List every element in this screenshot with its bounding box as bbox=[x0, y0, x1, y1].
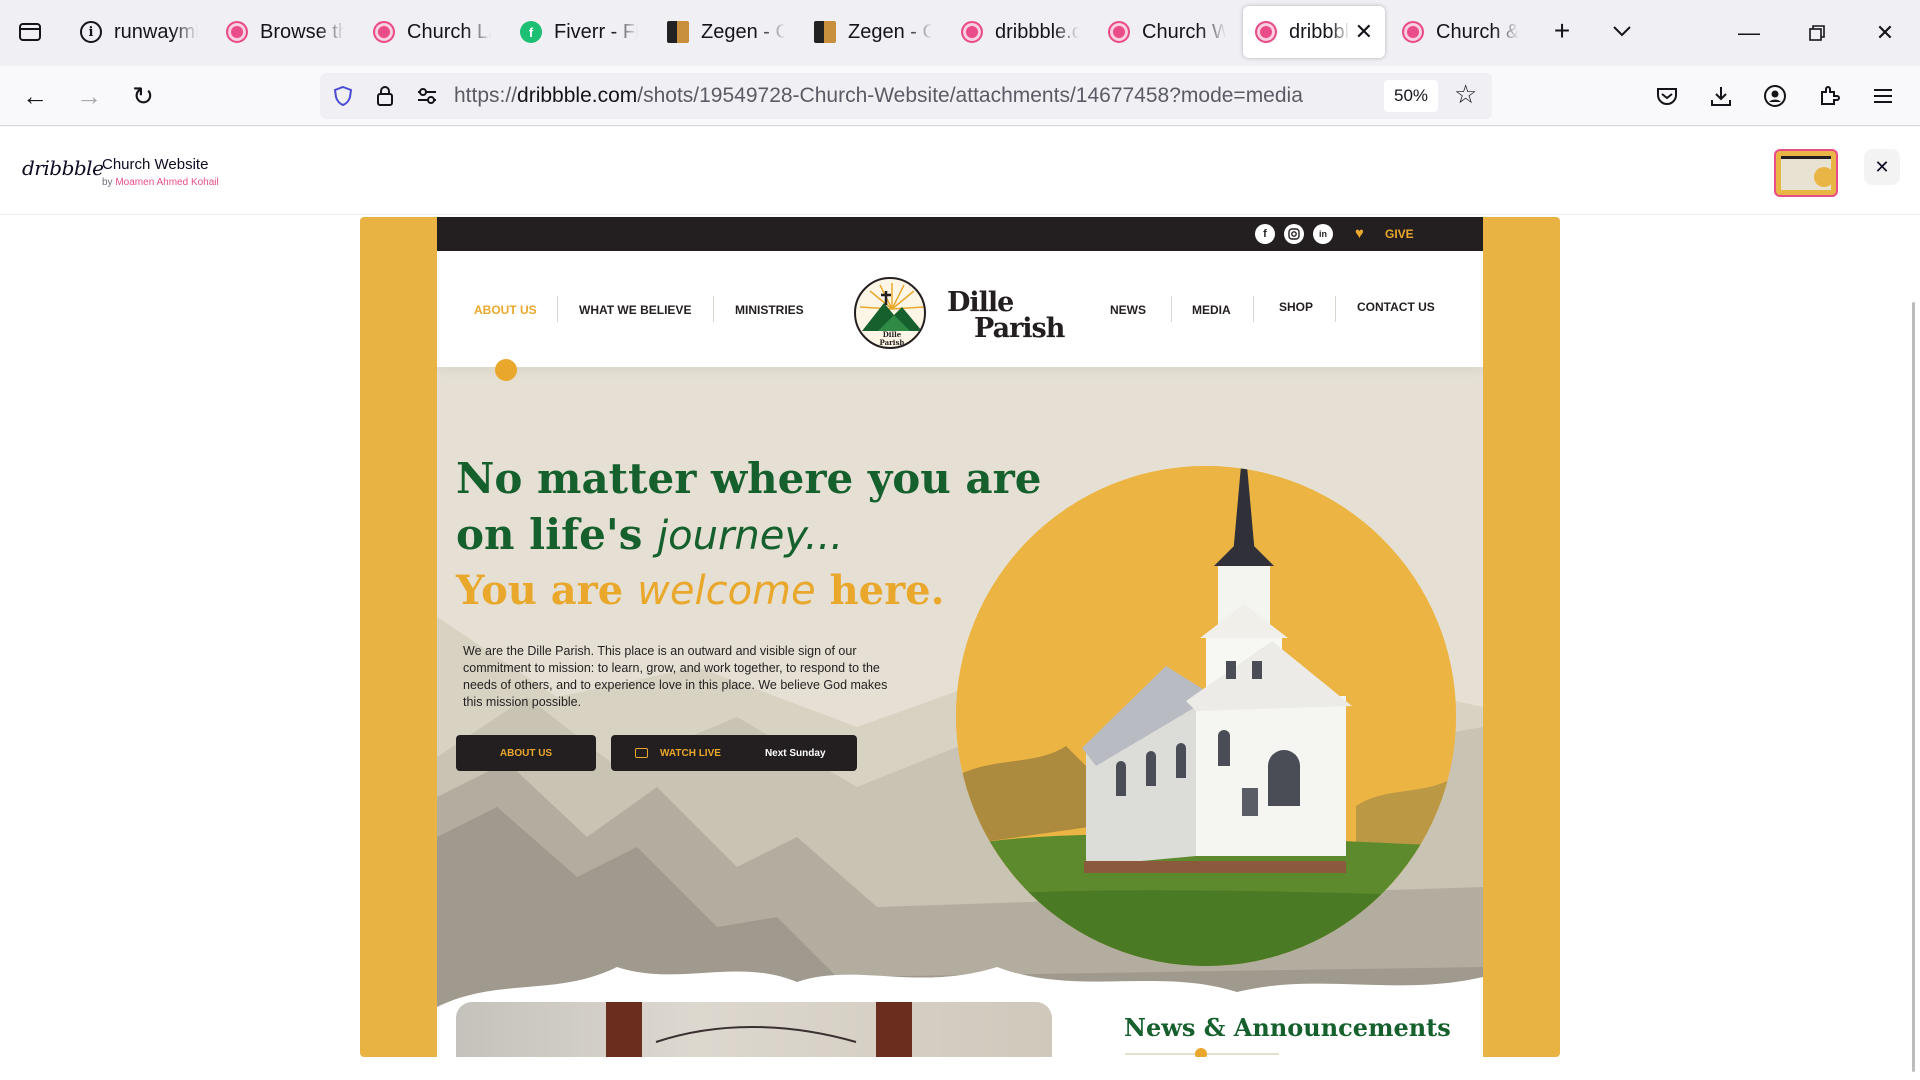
tab-fiverr[interactable]: f Fiverr - Fre bbox=[508, 6, 650, 58]
author-link[interactable]: Moamen Ahmed Kohail bbox=[115, 177, 218, 188]
hero-welcome: You are welcome here. bbox=[456, 567, 945, 614]
chevron-down-icon[interactable] bbox=[1604, 13, 1640, 49]
nav-contact-us[interactable]: CONTACT US bbox=[1357, 300, 1435, 314]
tab-church-landing[interactable]: Church La bbox=[361, 6, 503, 58]
zoom-level-button[interactable]: 50% bbox=[1384, 80, 1438, 112]
hero-intro-text: We are the Dille Parish. This place is a… bbox=[463, 644, 888, 709]
tab-zegen-2[interactable]: Zegen - Cl bbox=[802, 6, 944, 58]
navigation-toolbar: ← → ↻ https://dribbble.com/shots/1954972… bbox=[0, 66, 1920, 126]
dribbble-icon bbox=[1402, 21, 1424, 43]
hero-heading: No matter where you are on life's journe… bbox=[456, 454, 1042, 559]
restore-icon[interactable] bbox=[1794, 10, 1840, 56]
tv-icon bbox=[635, 748, 648, 758]
news-underline-dot bbox=[1195, 1048, 1207, 1057]
facebook-icon[interactable]: f bbox=[1255, 224, 1275, 244]
tab-list-icon[interactable] bbox=[12, 13, 48, 49]
shot-byline: by Moamen Ahmed Kohail bbox=[102, 177, 219, 188]
nav-divider bbox=[713, 296, 714, 322]
scrollbar[interactable] bbox=[1912, 302, 1915, 1072]
tab-church-website[interactable]: Church We bbox=[1096, 6, 1238, 58]
tab-browse[interactable]: Browse the bbox=[214, 6, 356, 58]
tab-dribbble-active[interactable]: dribbbl ✕ bbox=[1243, 6, 1385, 58]
dribbble-logo[interactable]: dribbble bbox=[22, 156, 104, 180]
nav-divider bbox=[1335, 296, 1336, 322]
tab-runwayml[interactable]: i runwayml bbox=[68, 6, 210, 58]
tab-zegen-1[interactable]: Zegen - Cl bbox=[655, 6, 797, 58]
url-bar[interactable]: https://dribbble.com/shots/19549728-Chur… bbox=[320, 73, 1492, 119]
instagram-icon[interactable] bbox=[1284, 224, 1304, 244]
url-text[interactable]: https://dribbble.com/shots/19549728-Chur… bbox=[454, 84, 1303, 108]
thumb-circle bbox=[1814, 167, 1834, 187]
brand-name-line2: Parish bbox=[974, 313, 1065, 344]
featured-video-card[interactable] bbox=[456, 1002, 1052, 1057]
viewer-header: dribbble Church Website by Moamen Ahmed … bbox=[0, 127, 1920, 215]
nav-divider bbox=[557, 296, 558, 322]
crest-text-line2: Parish bbox=[880, 338, 905, 347]
attachment-thumbnail[interactable] bbox=[1774, 149, 1838, 197]
church-website-mockup: f in ♥ GIVE ABOUT US WHAT WE BELIEVE MIN… bbox=[437, 217, 1483, 1057]
dribbble-icon bbox=[226, 21, 248, 43]
tab-church-and[interactable]: Church & bbox=[1390, 6, 1532, 58]
close-window-icon[interactable]: ✕ bbox=[1862, 10, 1908, 56]
nav-what-we-believe[interactable]: WHAT WE BELIEVE bbox=[579, 303, 691, 317]
reload-icon[interactable]: ↻ bbox=[124, 77, 162, 115]
permissions-icon[interactable] bbox=[414, 83, 440, 109]
account-icon[interactable] bbox=[1756, 77, 1794, 115]
zegen-icon bbox=[814, 21, 836, 43]
dribbble-icon bbox=[1108, 21, 1130, 43]
shot-image: f in ♥ GIVE ABOUT US WHAT WE BELIEVE MIN… bbox=[360, 217, 1560, 1057]
nav-ministries[interactable]: MINISTRIES bbox=[735, 303, 804, 317]
nav-active-indicator bbox=[495, 359, 517, 381]
nav-media[interactable]: MEDIA bbox=[1192, 303, 1231, 317]
close-tab-icon[interactable]: ✕ bbox=[1355, 19, 1373, 45]
shield-icon[interactable] bbox=[330, 83, 356, 109]
about-us-button[interactable]: ABOUT US bbox=[456, 735, 596, 771]
nav-news[interactable]: NEWS bbox=[1110, 303, 1146, 317]
extensions-icon[interactable] bbox=[1810, 77, 1848, 115]
nav-shop[interactable]: SHOP bbox=[1279, 300, 1313, 314]
shot-title: Church Website bbox=[102, 156, 209, 173]
lock-icon[interactable] bbox=[372, 83, 398, 109]
tab-bar: i runwayml Browse the Church La f Fiverr… bbox=[0, 0, 1920, 66]
give-link[interactable]: GIVE bbox=[1385, 227, 1414, 241]
site-topbar: f in ♥ GIVE bbox=[437, 217, 1483, 251]
new-tab-icon[interactable]: + bbox=[1544, 13, 1580, 49]
nav-divider bbox=[1171, 296, 1172, 322]
info-icon: i bbox=[80, 21, 102, 43]
back-icon[interactable]: ← bbox=[16, 77, 54, 115]
menu-icon[interactable] bbox=[1864, 77, 1902, 115]
close-viewer-button[interactable]: ✕ bbox=[1864, 149, 1900, 185]
fiverr-icon: f bbox=[520, 21, 542, 43]
dribbble-icon bbox=[961, 21, 983, 43]
site-nav: ABOUT US WHAT WE BELIEVE MINISTRIES Dill… bbox=[437, 251, 1483, 381]
dribbble-icon bbox=[373, 21, 395, 43]
tab-dribbble-com[interactable]: dribbble.c bbox=[949, 6, 1091, 58]
media-viewer: dribbble Church Website by Moamen Ahmed … bbox=[0, 127, 1920, 1080]
zegen-icon bbox=[667, 21, 689, 43]
minimize-icon[interactable]: — bbox=[1726, 10, 1772, 56]
news-heading: News & Announcements bbox=[1124, 1013, 1451, 1042]
nav-about-us[interactable]: ABOUT US bbox=[474, 303, 537, 317]
dribbble-icon bbox=[1255, 21, 1277, 43]
nav-divider bbox=[1253, 296, 1254, 322]
bookmark-star-icon[interactable]: ☆ bbox=[1454, 79, 1477, 110]
pocket-icon[interactable] bbox=[1648, 77, 1686, 115]
forward-icon[interactable]: → bbox=[70, 77, 108, 115]
thumb-topbar bbox=[1781, 156, 1831, 159]
watch-live-button[interactable]: WATCH LIVE Next Sunday bbox=[611, 735, 857, 771]
downloads-icon[interactable] bbox=[1702, 77, 1740, 115]
heart-icon: ♥ bbox=[1355, 225, 1364, 242]
parish-crest-logo[interactable]: Dille Parish bbox=[854, 277, 926, 349]
church-photo-circle bbox=[956, 466, 1456, 966]
linkedin-icon[interactable]: in bbox=[1313, 224, 1333, 244]
hero-section: No matter where you are on life's journe… bbox=[437, 367, 1483, 1057]
